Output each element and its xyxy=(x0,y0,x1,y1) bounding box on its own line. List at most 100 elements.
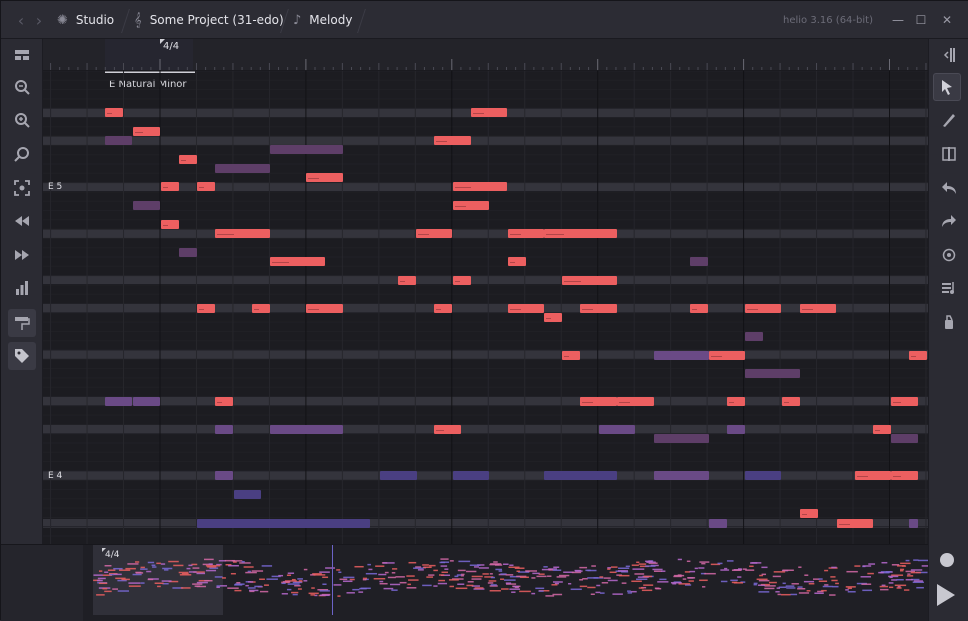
note[interactable] xyxy=(133,201,160,210)
note[interactable] xyxy=(873,425,891,434)
note[interactable] xyxy=(270,145,343,154)
note[interactable] xyxy=(580,304,617,313)
note[interactable] xyxy=(508,304,544,313)
breadcrumb-project[interactable]: 𝄞 Some Project (31-edo) xyxy=(134,1,284,39)
note[interactable] xyxy=(453,201,489,210)
note[interactable] xyxy=(270,257,325,266)
forward-arrow-icon[interactable]: › xyxy=(31,11,47,31)
note[interactable] xyxy=(727,397,745,406)
note[interactable] xyxy=(508,229,544,238)
note[interactable] xyxy=(508,257,526,266)
piano-roll-grid[interactable]: E Natural Minor E 5 E 4 xyxy=(43,71,928,544)
playhead[interactable] xyxy=(332,545,333,615)
zoom-tool-button[interactable] xyxy=(8,140,36,168)
note[interactable] xyxy=(909,351,927,360)
undo-button[interactable] xyxy=(935,174,963,202)
record-button[interactable] xyxy=(940,553,954,567)
note[interactable] xyxy=(270,425,343,434)
note[interactable] xyxy=(599,425,635,434)
note[interactable] xyxy=(398,276,416,285)
note[interactable] xyxy=(161,220,179,229)
note[interactable] xyxy=(380,471,417,480)
note[interactable] xyxy=(709,351,745,360)
timeline-ruler[interactable]: 4/4 xyxy=(43,39,928,71)
redo-button[interactable] xyxy=(935,207,963,235)
note[interactable] xyxy=(837,519,873,528)
note[interactable] xyxy=(909,519,918,528)
note[interactable] xyxy=(215,425,233,434)
note[interactable] xyxy=(562,276,617,285)
note[interactable] xyxy=(133,397,160,406)
note[interactable] xyxy=(215,397,233,406)
velocity-button[interactable] xyxy=(8,274,36,302)
tag-button[interactable] xyxy=(8,342,36,370)
note[interactable] xyxy=(197,519,370,528)
note[interactable] xyxy=(434,304,452,313)
note[interactable] xyxy=(617,397,654,406)
note[interactable] xyxy=(745,471,781,480)
project-minimap[interactable]: 4/4 xyxy=(1,544,928,621)
note[interactable] xyxy=(453,182,507,191)
note[interactable] xyxy=(161,182,179,191)
close-button[interactable]: ✕ xyxy=(940,13,954,27)
note[interactable] xyxy=(416,229,452,238)
settings-button[interactable] xyxy=(935,241,963,269)
note[interactable] xyxy=(654,351,709,360)
note[interactable] xyxy=(252,304,270,313)
note[interactable] xyxy=(690,304,708,313)
pen-tool-button[interactable] xyxy=(935,106,963,134)
select-tool-button[interactable] xyxy=(933,73,961,101)
note[interactable] xyxy=(544,229,617,238)
breadcrumb-studio[interactable]: ✺ Studio xyxy=(57,1,114,39)
rewind-button[interactable] xyxy=(8,207,36,235)
note[interactable] xyxy=(471,108,507,117)
arpeggio-button[interactable] xyxy=(935,274,963,302)
note[interactable] xyxy=(434,136,471,145)
note[interactable] xyxy=(179,155,197,164)
note[interactable] xyxy=(105,397,132,406)
note[interactable] xyxy=(745,304,781,313)
play-button[interactable] xyxy=(937,584,955,606)
note[interactable] xyxy=(197,182,215,191)
note[interactable] xyxy=(234,490,261,499)
note[interactable] xyxy=(306,173,343,182)
back-arrow-icon[interactable]: ‹ xyxy=(13,11,29,31)
note[interactable] xyxy=(782,397,800,406)
note[interactable] xyxy=(654,434,709,443)
zoom-out-button[interactable] xyxy=(8,73,36,101)
note[interactable] xyxy=(562,351,580,360)
note[interactable] xyxy=(800,304,836,313)
note[interactable] xyxy=(891,434,918,443)
note[interactable] xyxy=(453,471,489,480)
note[interactable] xyxy=(580,397,617,406)
note[interactable] xyxy=(179,248,197,257)
note[interactable] xyxy=(105,108,123,117)
zoom-fit-button[interactable] xyxy=(8,174,36,202)
note[interactable] xyxy=(800,509,818,518)
note[interactable] xyxy=(133,127,160,136)
note[interactable] xyxy=(745,332,763,341)
note[interactable] xyxy=(544,313,562,322)
note[interactable] xyxy=(215,164,270,173)
note[interactable] xyxy=(105,136,132,145)
note[interactable] xyxy=(434,425,461,434)
note[interactable] xyxy=(306,304,343,313)
note[interactable] xyxy=(727,425,745,434)
note[interactable] xyxy=(891,397,918,406)
note[interactable] xyxy=(891,471,918,480)
maximize-button[interactable]: ☐ xyxy=(914,13,928,27)
toggle-sidebar-button[interactable] xyxy=(935,41,963,69)
breadcrumb-melody[interactable]: ♪ Melody xyxy=(293,1,352,39)
minimize-button[interactable]: — xyxy=(891,13,905,27)
paint-roller-button[interactable] xyxy=(8,309,36,337)
note[interactable] xyxy=(544,471,617,480)
note[interactable] xyxy=(215,229,270,238)
time-signature-label[interactable]: 4/4 xyxy=(163,41,179,52)
note[interactable] xyxy=(855,471,891,480)
note[interactable] xyxy=(745,369,800,378)
zoom-in-button[interactable] xyxy=(8,106,36,134)
note[interactable] xyxy=(215,471,233,480)
chord-button[interactable] xyxy=(935,308,963,336)
note[interactable] xyxy=(690,257,708,266)
cut-tool-button[interactable] xyxy=(935,140,963,168)
